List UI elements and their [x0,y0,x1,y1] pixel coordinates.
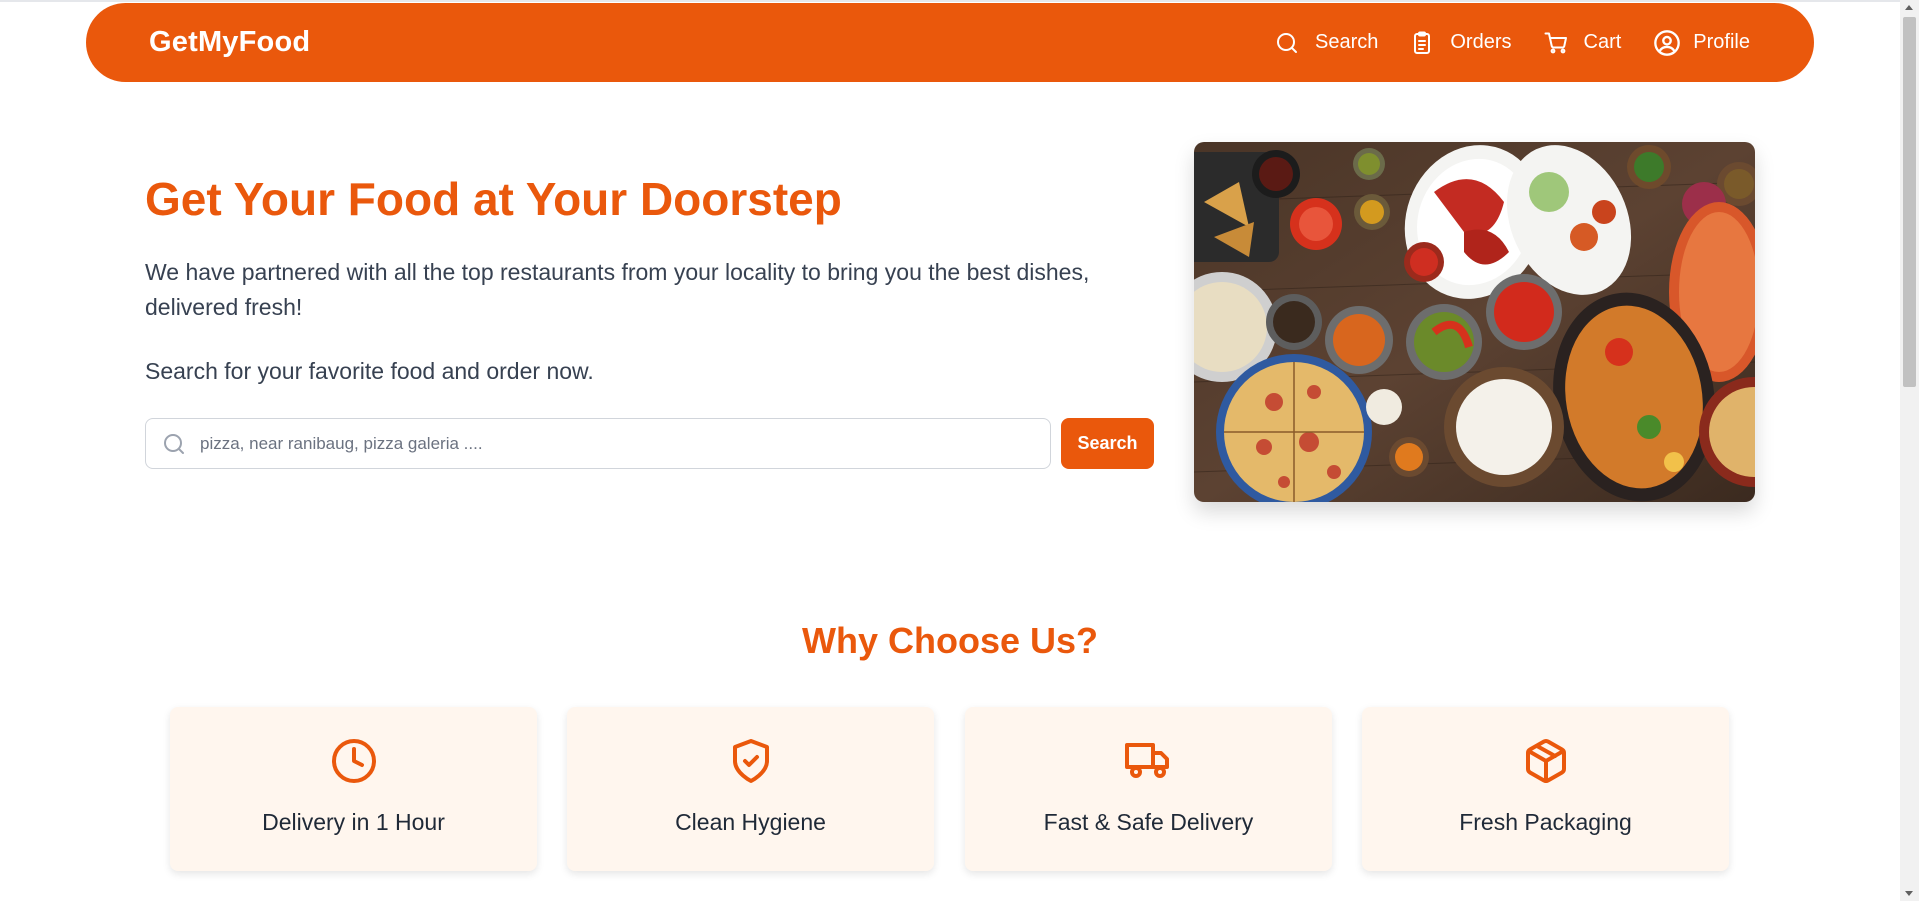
browser-top-border [0,0,1900,2]
user-circle-icon [1654,29,1681,56]
package-icon [1525,739,1566,783]
cart-icon [1544,32,1567,53]
nav-cart[interactable]: Cart [1544,31,1622,55]
nav-orders[interactable]: Orders [1410,31,1512,55]
hero-description: We have partnered with all the top resta… [145,259,1090,320]
search-icon [164,433,184,454]
shield-check-icon [732,739,769,783]
feature-label: Clean Hygiene [675,809,826,835]
page-scrollbar[interactable] [1900,0,1919,901]
nav-orders-label: Orders [1450,31,1512,53]
feature-card-delivery: Delivery in 1 Hour [170,707,537,871]
scroll-up-arrow-icon[interactable] [1905,5,1913,10]
clock-icon [331,739,376,783]
brand-logo[interactable]: GetMyFood [149,26,310,59]
feature-label: Fast & Safe Delivery [1043,809,1254,835]
nav-links: Search Orders Cart Profile [1275,29,1750,57]
nav-cart-label: Cart [1583,31,1622,53]
hero-food-image [1194,142,1755,502]
scrollbar-thumb[interactable] [1903,17,1916,387]
nav-search-label: Search [1315,31,1379,53]
feature-label: Fresh Packaging [1459,809,1632,835]
nav-search[interactable]: Search [1275,31,1378,55]
feature-card-hygiene: Clean Hygiene [567,707,934,871]
scroll-down-arrow-icon[interactable] [1905,891,1913,896]
hero-title: Get Your Food at Your Doorstep [145,173,842,225]
search-input[interactable] [198,418,1050,469]
indian-food-spread-image [1194,142,1755,502]
search-icon [1277,32,1297,53]
section-title-why-choose-us: Why Choose Us? [801,620,1098,661]
navbar: GetMyFood Search Orders Cart Profile [86,3,1814,82]
search-box [145,418,1051,469]
feature-label: Delivery in 1 Hour [262,809,445,835]
truck-icon [1124,743,1169,778]
clipboard-icon [1414,31,1431,54]
feature-card-packaging: Fresh Packaging [1362,707,1729,871]
hero-cta-text: Search for your favorite food and order … [145,358,594,384]
search-button[interactable]: Search [1061,418,1154,469]
feature-card-fast-delivery: Fast & Safe Delivery [965,707,1332,871]
nav-profile[interactable]: Profile [1653,29,1750,57]
nav-profile-label: Profile [1693,31,1750,53]
